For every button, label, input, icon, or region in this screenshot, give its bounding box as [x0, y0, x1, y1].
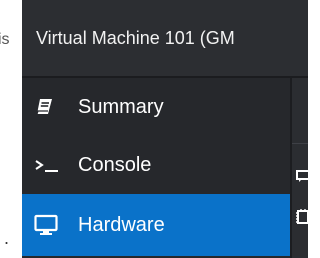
background-page: is .	[0, 0, 22, 258]
monitor-icon	[34, 214, 70, 236]
screenshot: is . Virtual Machine 101 (GM Summary	[0, 0, 308, 258]
detail-divider	[292, 143, 308, 144]
terminal-icon	[34, 155, 70, 175]
chip-icon	[295, 208, 308, 224]
nav-label-console: Console	[78, 153, 152, 176]
nav-item-summary[interactable]: Summary	[22, 78, 290, 136]
vm-sidebar-nav: Summary Console Hardware	[22, 78, 290, 258]
nav-item-console[interactable]: Console	[22, 136, 290, 194]
chat-icon	[295, 168, 308, 184]
panel-header: Virtual Machine 101 (GM	[22, 0, 308, 78]
vm-panel: Virtual Machine 101 (GM Summary Console …	[22, 0, 308, 258]
nav-label-hardware: Hardware	[78, 213, 165, 236]
vm-title: Virtual Machine 101 (GM	[36, 28, 235, 48]
dot-fragment: .	[4, 228, 10, 248]
book-icon	[34, 97, 70, 117]
nav-item-hardware[interactable]: Hardware	[22, 194, 290, 256]
clipped-text: is	[0, 31, 10, 48]
nav-label-summary: Summary	[78, 95, 164, 118]
